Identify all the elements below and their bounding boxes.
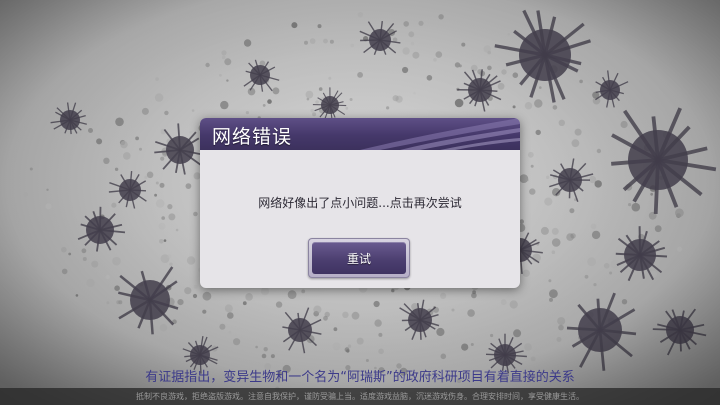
game-screen: 网络错误 网络好像出了点小问题...点击再次尝试 重试 有证据指出，变异生物和一… xyxy=(0,0,720,405)
retry-button[interactable]: 重试 xyxy=(308,238,410,278)
dialog-header: 网络错误 xyxy=(200,118,520,150)
health-notice-bar: 抵制不良游戏，拒绝盗版游戏。注意自我保护，谨防受骗上当。适度游戏益脑，沉迷游戏伤… xyxy=(0,388,720,405)
health-notice-text: 抵制不良游戏，拒绝盗版游戏。注意自我保护，谨防受骗上当。适度游戏益脑，沉迷游戏伤… xyxy=(136,392,584,401)
dialog-title: 网络错误 xyxy=(212,126,293,148)
loading-tip: 有证据指出，变异生物和一个名为“阿瑞斯”的政府科研项目有着直接的关系 xyxy=(145,370,575,385)
retry-button-face[interactable]: 重试 xyxy=(312,242,406,274)
dialog-message: 网络好像出了点小问题...点击再次尝试 xyxy=(258,196,462,210)
retry-button-label: 重试 xyxy=(346,252,371,266)
header-swoosh-decoration xyxy=(360,118,520,150)
network-error-dialog: 网络错误 网络好像出了点小问题...点击再次尝试 重试 xyxy=(200,118,520,288)
